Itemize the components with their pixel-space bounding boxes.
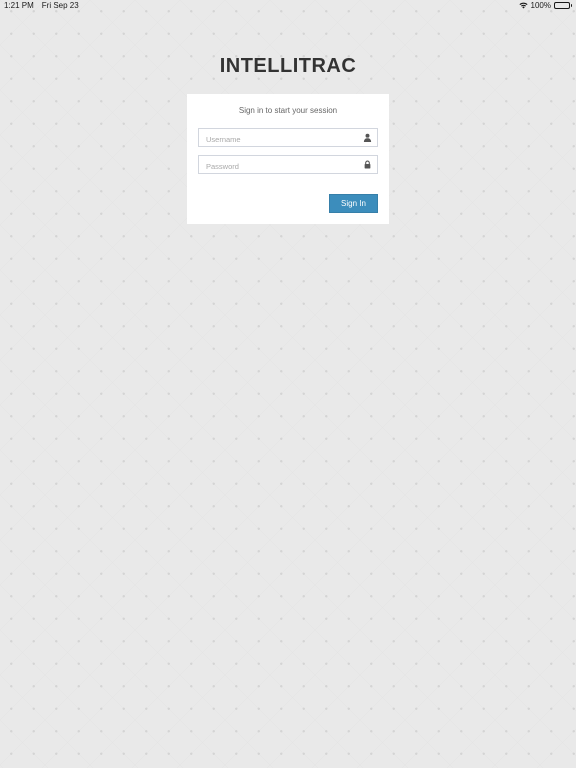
username-input[interactable] (199, 131, 349, 148)
status-bar: 1:21 PM Fri Sep 23 100% (0, 0, 576, 12)
status-date: Fri Sep 23 (41, 1, 79, 10)
login-message: Sign in to start your session (238, 106, 338, 115)
status-right: 100% (518, 1, 572, 10)
user-icon (363, 133, 372, 142)
login-box: Sign in to start your session Sign In (187, 94, 389, 224)
lock-icon (363, 160, 372, 169)
status-time: 1:21 PM (4, 1, 34, 10)
sign-in-button[interactable]: Sign In (329, 194, 378, 213)
password-field[interactable] (198, 155, 378, 175)
battery-icon (554, 2, 572, 9)
username-field[interactable] (198, 128, 378, 148)
wifi-icon (518, 2, 528, 9)
battery-percent: 100% (530, 1, 551, 10)
brand-logo: INTELLITRAC (219, 55, 357, 77)
password-input[interactable] (199, 158, 349, 175)
status-left: 1:21 PM Fri Sep 23 (4, 1, 79, 10)
